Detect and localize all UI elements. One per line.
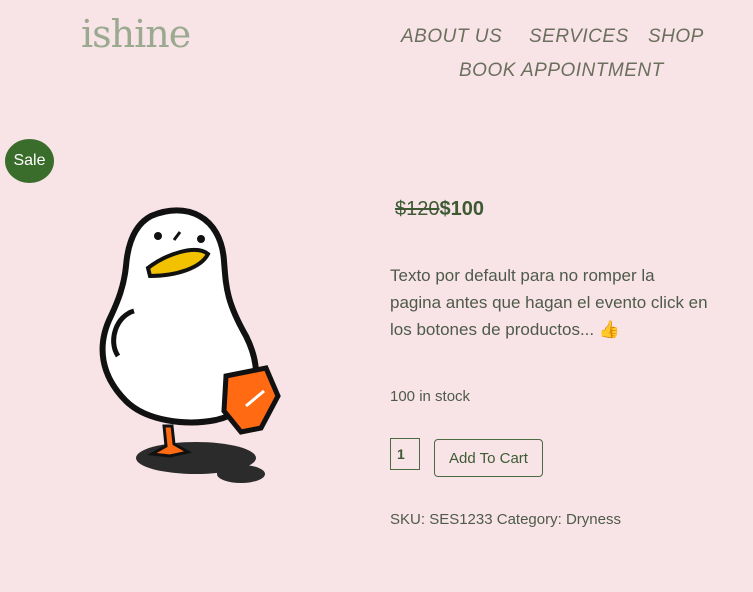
price-original: $120 (395, 198, 440, 220)
sku-label: SKU: (390, 511, 426, 528)
quantity-input[interactable] (390, 438, 420, 470)
nav-shop[interactable]: SHOP (648, 26, 704, 48)
duck-illustration (99, 207, 281, 483)
product-meta: SKU: SES1233 Category: Dryness (390, 511, 621, 528)
category-link[interactable]: Dryness (566, 511, 621, 528)
add-to-cart-button[interactable]: Add To Cart (434, 439, 543, 477)
product-description: Texto por default para no romper la pagi… (390, 266, 708, 339)
main-nav: ABOUT US SERVICES SHOP BOOK APPOINTMENT (0, 24, 753, 94)
sale-badge: Sale (5, 139, 54, 183)
nav-book-appointment[interactable]: BOOK APPOINTMENT (459, 60, 664, 82)
sku-value: SES1233 (429, 511, 493, 528)
product-price: $120$100 (395, 198, 484, 221)
stock-status: 100 in stock (390, 388, 471, 405)
nav-services[interactable]: SERVICES (529, 26, 629, 48)
category-label: Category: (496, 511, 562, 528)
nav-about-us[interactable]: ABOUT US (401, 26, 502, 48)
price-sale: $100 (439, 198, 485, 220)
